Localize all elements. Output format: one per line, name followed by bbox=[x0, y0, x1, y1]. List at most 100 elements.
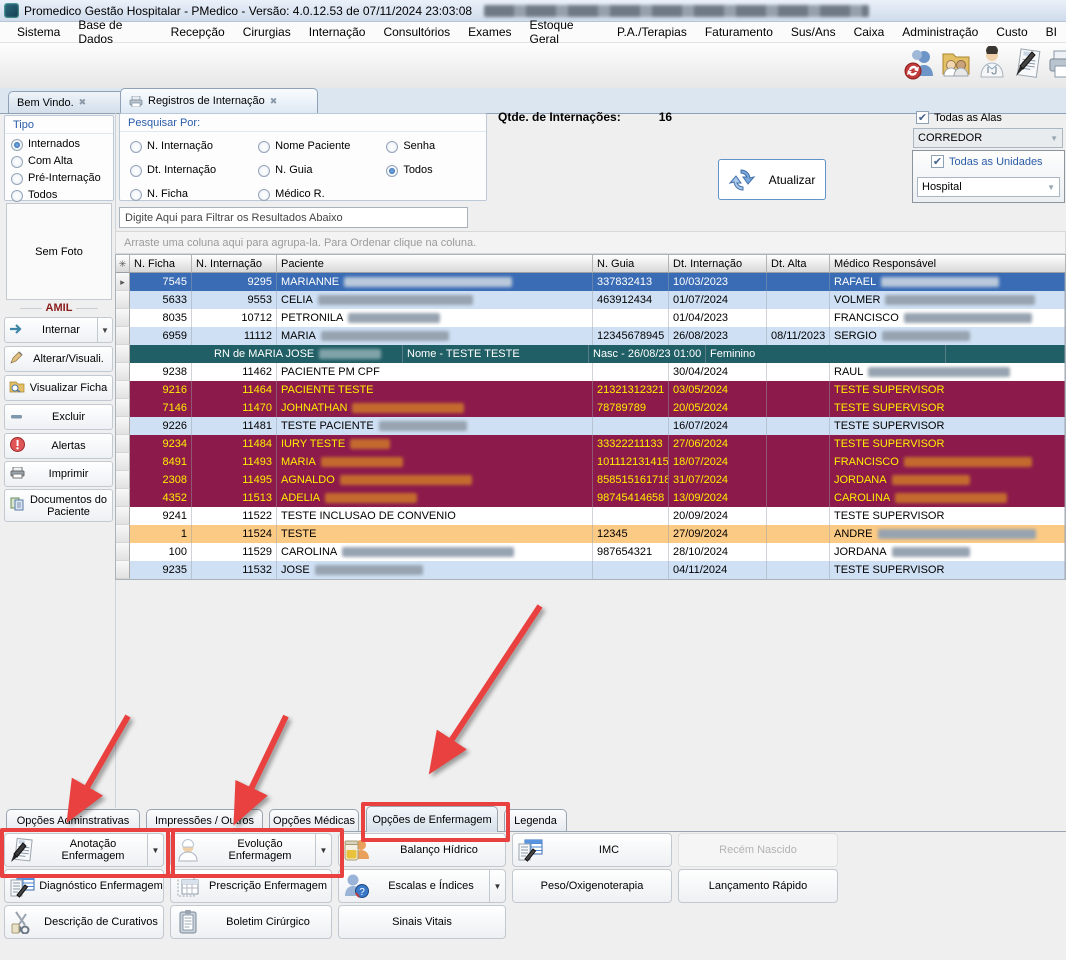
tipo-option-0[interactable]: Internados bbox=[11, 136, 113, 153]
prescri-o-enfermagem-button[interactable]: Prescrição Enfermagem bbox=[170, 869, 332, 903]
tab-registros-de-internacao[interactable]: Registros de Internação ✖ bbox=[120, 88, 318, 113]
todas-as-alas-checkbox[interactable]: ✔ Todas as Alas bbox=[916, 111, 1002, 124]
pesquisar-option-1[interactable]: Nome Paciente bbox=[258, 138, 386, 155]
sinais-vitais-button[interactable]: Sinais Vitais bbox=[338, 905, 506, 939]
pesquisar-option-2[interactable]: Senha bbox=[386, 138, 486, 155]
menu-item-caixa[interactable]: Caixa bbox=[845, 23, 894, 41]
tipo-option-1[interactable]: Com Alta bbox=[11, 153, 113, 170]
menu-item-faturamento[interactable]: Faturamento bbox=[696, 23, 782, 41]
pesquisar-option-7[interactable]: Médico R. bbox=[258, 186, 386, 203]
dropdown-arrow-icon[interactable]: ▼ bbox=[489, 870, 505, 902]
menu-item-custo[interactable]: Custo bbox=[987, 23, 1036, 41]
radio-icon bbox=[130, 140, 142, 153]
grid-row-16[interactable]: 9235 11532 JOSE 04/11/2024 TESTE SUPERVI… bbox=[116, 561, 1065, 579]
tab-op-es-de-enfermagem[interactable]: Opções de Enfermagem bbox=[366, 806, 498, 832]
close-icon[interactable]: ✖ bbox=[79, 97, 87, 108]
tipo-option-2[interactable]: Pré-Internação bbox=[11, 170, 113, 187]
tab-bem-vindo[interactable]: Bem Vindo. ✖ bbox=[8, 91, 128, 113]
grid-row-14[interactable]: 1 11524 TESTE 12345 27/09/2024 ANDRE bbox=[116, 525, 1065, 543]
imprimir-button[interactable]: Imprimir bbox=[4, 461, 113, 487]
tab-op-es-m-dicas[interactable]: Opções Médicas bbox=[269, 809, 359, 831]
pesquisar-option-3[interactable]: Dt. Internação bbox=[130, 162, 258, 179]
dropdown-arrow-icon[interactable]: ▼ bbox=[315, 834, 331, 866]
atualizar-button[interactable]: Atualizar bbox=[718, 159, 826, 200]
patients-folder-icon[interactable] bbox=[938, 46, 970, 85]
internar-button[interactable]: Internar ▼ bbox=[4, 317, 113, 343]
lan-amento-r-pido-button[interactable]: Lançamento Rápido bbox=[678, 869, 838, 903]
menu-item-interna-o[interactable]: Internação bbox=[300, 23, 375, 41]
descri-o-de-curativos-button[interactable]: Descrição de Curativos bbox=[4, 905, 164, 939]
grid-row-12[interactable]: 4352 11513 ADELIA 98745414658 13/09/2024… bbox=[116, 489, 1065, 507]
row-indicator bbox=[116, 471, 130, 489]
grid-row-13[interactable]: 9241 11522 TESTE INCLUSAO DE CONVENIO 20… bbox=[116, 507, 1065, 525]
unidade-select[interactable]: Hospital ▼ bbox=[917, 177, 1060, 197]
visualizar-ficha-button[interactable]: Visualizar Ficha bbox=[4, 375, 113, 401]
close-icon[interactable]: ✖ bbox=[270, 96, 278, 107]
diagn-stico-enfermagem-button[interactable]: Diagnóstico Enfermagem bbox=[4, 869, 164, 903]
grid-row-9[interactable]: 9234 11484 IURY TESTE 33322211133 27/06/… bbox=[116, 435, 1065, 453]
column-header-0[interactable]: N. Ficha bbox=[130, 255, 192, 273]
grid-row-1[interactable]: 5633 9553 CELIA 463912434 01/07/2024 VOL… bbox=[116, 291, 1065, 309]
menu-item-exames[interactable]: Exames bbox=[459, 23, 520, 41]
menu-item-consult-rios[interactable]: Consultórios bbox=[374, 23, 459, 41]
dropdown-arrow-icon[interactable]: ▼ bbox=[97, 318, 112, 342]
menu-item-sus-ans[interactable]: Sus/Ans bbox=[782, 23, 845, 41]
column-header-2[interactable]: Paciente bbox=[277, 255, 593, 273]
peso-oxigenoterapia-button[interactable]: Peso/Oxigenoterapia bbox=[512, 869, 672, 903]
menu-item-cirurgias[interactable]: Cirurgias bbox=[234, 23, 300, 41]
grid-filter-input[interactable] bbox=[119, 207, 468, 228]
column-header-1[interactable]: N. Internação bbox=[192, 255, 277, 273]
table-pen-icon bbox=[513, 838, 547, 862]
imc-button[interactable]: IMC bbox=[512, 833, 672, 867]
grid-row-2[interactable]: 8035 10712 PETRONILA 01/04/2023 FRANCISC… bbox=[116, 309, 1065, 327]
radio-icon bbox=[130, 164, 142, 177]
column-header-3[interactable]: N. Guia bbox=[593, 255, 669, 273]
column-header-5[interactable]: Dt. Alta bbox=[767, 255, 830, 273]
pesquisar-option-0[interactable]: N. Internação bbox=[130, 138, 258, 155]
tab-legenda[interactable]: Legenda bbox=[504, 809, 567, 831]
report-pen-icon[interactable] bbox=[1010, 46, 1041, 85]
tab-op-es-adminstrativas[interactable]: Opções Adminstrativas bbox=[6, 809, 140, 831]
alertas-button[interactable]: Alertas bbox=[4, 433, 113, 459]
boletim-cir-rgico-button[interactable]: Boletim Cirúrgico bbox=[170, 905, 332, 939]
menu-item-sistema[interactable]: Sistema bbox=[8, 23, 69, 41]
pesquisar-option-4[interactable]: N. Guia bbox=[258, 162, 386, 179]
grid-row-3[interactable]: 6959 11112 MARIA 12345678945 26/08/2023 … bbox=[116, 327, 1065, 345]
pesquisar-option-6[interactable]: N. Ficha bbox=[130, 186, 258, 203]
ala-select[interactable]: CORREDOR ▼ bbox=[913, 128, 1063, 148]
printer-icon bbox=[129, 95, 143, 107]
tab-impress-es-outros[interactable]: Impressões / Outros bbox=[146, 809, 263, 831]
grid-row-5[interactable]: 9238 11462 PACIENTE PM CPF 30/04/2024 RA… bbox=[116, 363, 1065, 381]
pesquisar-option-5[interactable]: Todos bbox=[386, 162, 486, 179]
grid-corner[interactable]: ✳ bbox=[116, 255, 130, 273]
menu-item-recep-o[interactable]: Recepção bbox=[162, 23, 234, 41]
menu-item-bi[interactable]: BI bbox=[1037, 23, 1066, 41]
sync-users-icon[interactable] bbox=[902, 46, 933, 85]
rn-sub-row[interactable]: RN de MARIA JOSE Nome - TESTE TESTE Nasc… bbox=[116, 345, 1065, 363]
todas-as-unidades-checkbox[interactable]: ✔ Todas as Unidades bbox=[931, 155, 1043, 168]
grid-row-8[interactable]: 9226 11481 TESTE PACIENTE 16/07/2024 TES… bbox=[116, 417, 1065, 435]
column-header-6[interactable]: Médico Responsável bbox=[830, 255, 1066, 273]
dropdown-arrow-icon[interactable]: ▼ bbox=[147, 834, 163, 866]
escalas-e-ndices-button[interactable]: ? Escalas e Índices ▼ bbox=[338, 869, 506, 903]
excluir-button[interactable]: Excluir bbox=[4, 404, 113, 430]
grid-row-11[interactable]: 2308 11495 AGNALDO 858515161718 31/07/20… bbox=[116, 471, 1065, 489]
tipo-option-3[interactable]: Todos bbox=[11, 187, 113, 204]
printer-icon[interactable] bbox=[1046, 46, 1066, 85]
menu-item-p-a-terapias[interactable]: P.A./Terapias bbox=[608, 23, 696, 41]
grid-row-6[interactable]: 9216 11464 PACIENTE TESTE 21321312321 03… bbox=[116, 381, 1065, 399]
documentos-do-paciente-button[interactable]: Documentos do Paciente bbox=[4, 489, 113, 522]
nurse-icon bbox=[171, 838, 205, 862]
app-window: Promedico Gestão Hospitalar - PMedico - … bbox=[0, 0, 1066, 960]
column-header-4[interactable]: Dt. Internação bbox=[669, 255, 767, 273]
anota-o-enfermagem-button[interactable]: Anotação Enfermagem ▼ bbox=[4, 833, 164, 867]
grid-row-7[interactable]: 7146 11470 JOHNATHAN 78789789 20/05/2024… bbox=[116, 399, 1065, 417]
grid-row-10[interactable]: 8491 11493 MARIA 101112131415 18/07/2024… bbox=[116, 453, 1065, 471]
evolu-o-enfermagem-button[interactable]: Evolução Enfermagem ▼ bbox=[170, 833, 332, 867]
grid-row-15[interactable]: 100 11529 CAROLINA 987654321 28/10/2024 … bbox=[116, 543, 1065, 561]
grid-row-0[interactable]: ▸ 7545 9295 MARIANNE 337832413 10/03/202… bbox=[116, 273, 1065, 291]
alterar-visuali--button[interactable]: Alterar/Visuali. bbox=[4, 346, 113, 372]
balan-o-h-drico-button[interactable]: Balanço Hídrico bbox=[338, 833, 506, 867]
doctor-icon[interactable] bbox=[974, 45, 1004, 85]
menu-item-administra-o[interactable]: Administração bbox=[893, 23, 987, 41]
